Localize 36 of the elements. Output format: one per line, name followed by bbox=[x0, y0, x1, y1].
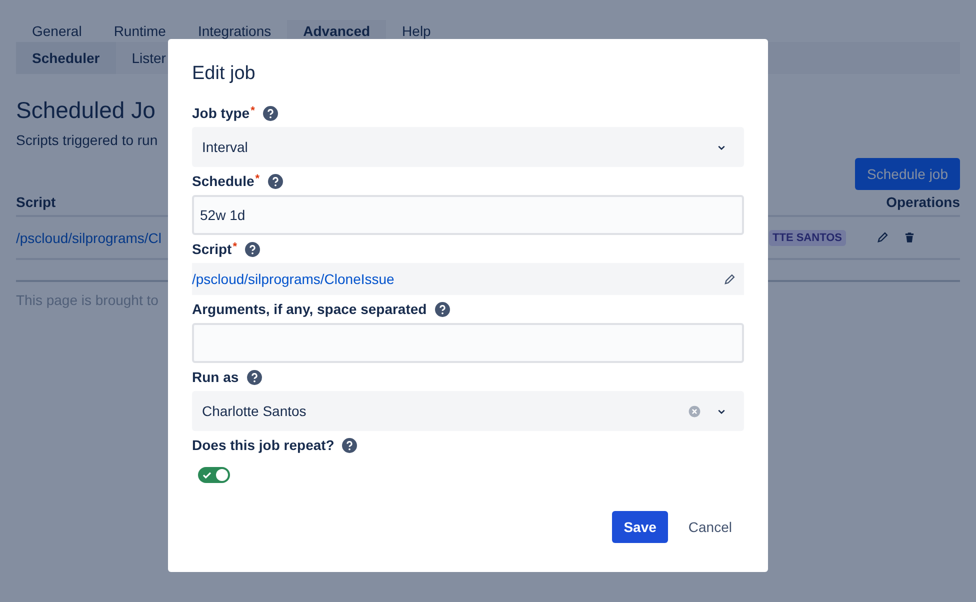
script-link[interactable]: /pscloud/silprograms/CloneIssue bbox=[192, 271, 394, 287]
column-header: Script bbox=[16, 194, 56, 210]
toggle-switch[interactable] bbox=[198, 467, 230, 483]
user-badge: TTE SANTOS bbox=[768, 230, 846, 246]
column-header: Operations bbox=[886, 194, 960, 210]
schedule-job-button[interactable]: Schedule job bbox=[855, 158, 960, 190]
page-description: Scripts triggered to run bbox=[16, 132, 158, 148]
edit-icon[interactable] bbox=[876, 231, 889, 244]
help-icon[interactable] bbox=[268, 174, 283, 188]
field-label: Does this job repeat? bbox=[192, 437, 334, 453]
nav-tab[interactable]: Integrations bbox=[182, 20, 288, 42]
delete-icon[interactable] bbox=[903, 231, 916, 244]
help-icon[interactable] bbox=[244, 242, 260, 256]
help-icon[interactable] bbox=[434, 302, 450, 316]
field-label: Job type* bbox=[192, 105, 255, 121]
help-icon[interactable] bbox=[342, 438, 358, 452]
field-label: Schedule* bbox=[192, 173, 260, 189]
select-field[interactable]: Charlotte Santos bbox=[192, 391, 744, 431]
field-label: Script* bbox=[192, 241, 237, 257]
nav-tab[interactable]: Runtime bbox=[98, 20, 182, 42]
nav-tab[interactable]: General bbox=[16, 20, 98, 42]
select-field[interactable]: Interval bbox=[192, 127, 744, 167]
input-field[interactable] bbox=[192, 323, 744, 363]
input-field[interactable]: 52w 1d bbox=[192, 195, 744, 235]
sub-tab[interactable]: Scheduler bbox=[16, 42, 116, 74]
edit-icon[interactable] bbox=[723, 272, 736, 286]
save-button[interactable]: Save bbox=[612, 511, 668, 543]
help-icon[interactable] bbox=[246, 370, 262, 384]
field-label: Run as bbox=[192, 369, 239, 385]
help-icon[interactable] bbox=[262, 106, 278, 120]
page-title: Scheduled Jo bbox=[16, 96, 156, 124]
check-icon bbox=[202, 470, 212, 480]
cancel-button[interactable]: Cancel bbox=[676, 511, 744, 543]
field-label: Arguments, if any, space separated bbox=[192, 301, 427, 317]
nav-tab[interactable]: Help bbox=[386, 20, 447, 42]
dialog-title: Edit job bbox=[192, 63, 256, 85]
